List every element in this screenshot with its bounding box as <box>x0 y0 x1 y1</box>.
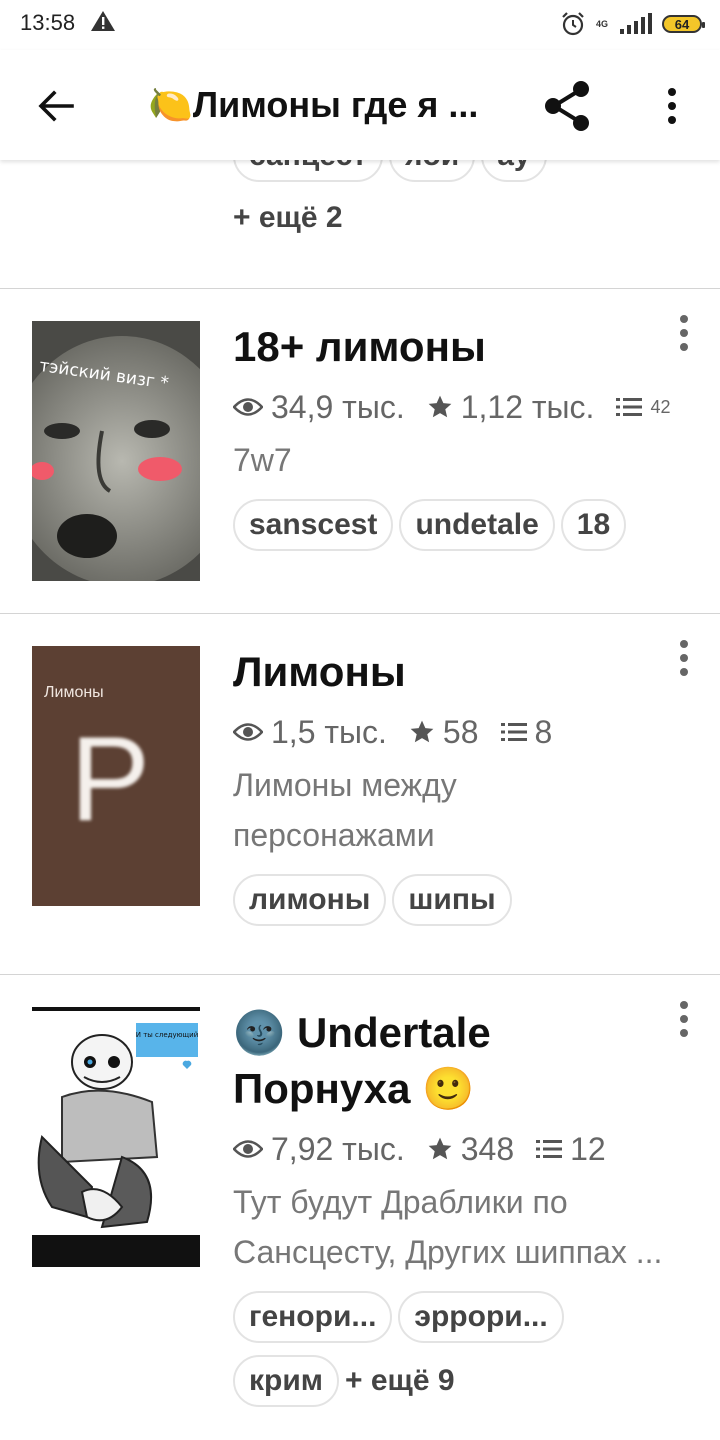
status-bar: 13:58 4G 64 <box>0 0 720 50</box>
star-icon <box>428 1137 452 1160</box>
tag-list: sanscest undetale 18 <box>233 499 673 563</box>
list-icon <box>616 398 643 416</box>
views-count: 1,5 тыс. <box>271 713 387 750</box>
lemon-emoji-icon: 🍋 <box>148 84 193 125</box>
eye-icon <box>233 723 263 741</box>
cover-artwork: И ты следующий <box>32 1007 200 1267</box>
star-icon <box>428 395 452 418</box>
battery-indicator: 64 <box>662 15 705 33</box>
tag-chip[interactable]: ау <box>481 160 547 182</box>
eye-icon <box>233 398 263 416</box>
tag-chip[interactable]: эррори... <box>398 1291 564 1343</box>
list-icon <box>500 723 527 741</box>
top-app-bar: 🍋 Лимоны где я ... <box>0 50 720 160</box>
parts-count: 8 <box>534 713 553 750</box>
cover-image[interactable]: Лимоны P <box>32 646 200 906</box>
more-tags-link[interactable]: + ещё 9 <box>345 1355 455 1407</box>
likes-count: 348 <box>460 1130 515 1167</box>
story-list[interactable]: санцестяойау + ещё 2 <box>0 160 720 1440</box>
tag-list: лимоны шипы <box>233 874 673 938</box>
story-title-line: 🌚 Undertale <box>233 1009 491 1056</box>
likes-count: 58 <box>442 713 479 750</box>
list-icon <box>536 1140 563 1158</box>
card-more-icon[interactable] <box>672 311 696 355</box>
star-icon <box>410 720 434 743</box>
likes-count: 1,12 тыс. <box>460 388 595 425</box>
cover-image[interactable]: И ты следующий <box>32 1007 200 1267</box>
story-title-line: Порнуха 🙂 <box>233 1065 475 1112</box>
status-time: 13:58 <box>20 10 76 35</box>
story-title[interactable]: 🌚 Undertale Порнуха 🙂 <box>233 1005 673 1117</box>
network-type: 4G <box>595 18 608 29</box>
tag-chip[interactable]: sanscest <box>233 499 394 551</box>
story-description: Лимоны между персонажами <box>233 767 457 853</box>
more-tags-link[interactable]: + ещё 2 <box>233 192 343 244</box>
tag-list: генори... эррори... крим + ещё 9 <box>233 1291 673 1419</box>
eye-icon <box>233 1140 263 1158</box>
status-icons: 4G 64 <box>560 8 705 40</box>
story-title[interactable]: 18+ лимоны <box>233 319 673 375</box>
story-description-line: Сансцесту, Других шиппах ... <box>233 1234 663 1270</box>
story-stats: 7,92 тыс. 348 12 <box>233 1121 673 1177</box>
list-item[interactable]: Лимоны P Лимоны 1,5 тыс. 58 8 Лимоны меж… <box>0 614 720 974</box>
story-description-line: Тут будут Драблики по <box>233 1184 568 1220</box>
list-item[interactable]: тэйский визг * 18+ лимоны 34,9 тыс. 1,12… <box>0 289 720 614</box>
views-count: 7,92 тыс. <box>271 1130 405 1167</box>
page-title-text: Лимоны где я ... <box>192 84 479 125</box>
card-more-icon[interactable] <box>672 997 696 1041</box>
parts-count: 12 <box>570 1130 606 1167</box>
tag-chip[interactable]: 18 <box>560 499 627 551</box>
more-options-icon[interactable] <box>656 84 688 128</box>
list-item[interactable]: санцестяойау + ещё 2 <box>0 160 720 280</box>
story-title[interactable]: Лимоны <box>233 644 673 700</box>
tag-chip[interactable]: санцест <box>233 160 383 182</box>
page-title: 🍋 Лимоны где я ... <box>148 80 508 130</box>
battery-level: 64 <box>674 16 690 32</box>
card-more-icon[interactable] <box>672 636 696 680</box>
tag-chip[interactable]: крим <box>233 1355 339 1407</box>
tag-chip[interactable]: шипы <box>392 874 512 926</box>
story-description: Тут будут Драблики по Сансцесту, Других … <box>233 1177 673 1277</box>
story-stats: 1,5 тыс. 58 8 <box>233 704 673 760</box>
tag-chip[interactable]: undetale <box>399 499 555 551</box>
tag-chip[interactable]: лимоны <box>233 874 387 926</box>
warning-icon <box>91 11 115 31</box>
parts-count: 42 <box>650 396 671 417</box>
cover-caption: И ты следующий <box>136 1031 199 1039</box>
views-count: 34,9 тыс. <box>271 388 405 425</box>
alarm-icon <box>562 12 584 36</box>
signal-icon <box>620 13 652 34</box>
share-icon[interactable] <box>542 80 594 132</box>
cover-caption: Лимоны <box>44 684 104 701</box>
tag-chip[interactable]: яой <box>388 160 476 182</box>
back-arrow-icon[interactable] <box>34 84 78 128</box>
story-description: 7w7 <box>233 442 292 478</box>
cover-image[interactable]: тэйский визг * <box>32 321 200 581</box>
list-item[interactable]: И ты следующий 🌚 Undertale Порнуха 🙂 7,9… <box>0 975 720 1440</box>
story-stats: 34,9 тыс. 1,12 тыс. 42 <box>233 379 673 435</box>
cover-letter: P <box>70 712 151 846</box>
tag-chip[interactable]: генори... <box>233 1291 393 1343</box>
cover-artwork: тэйский визг * <box>32 321 200 581</box>
